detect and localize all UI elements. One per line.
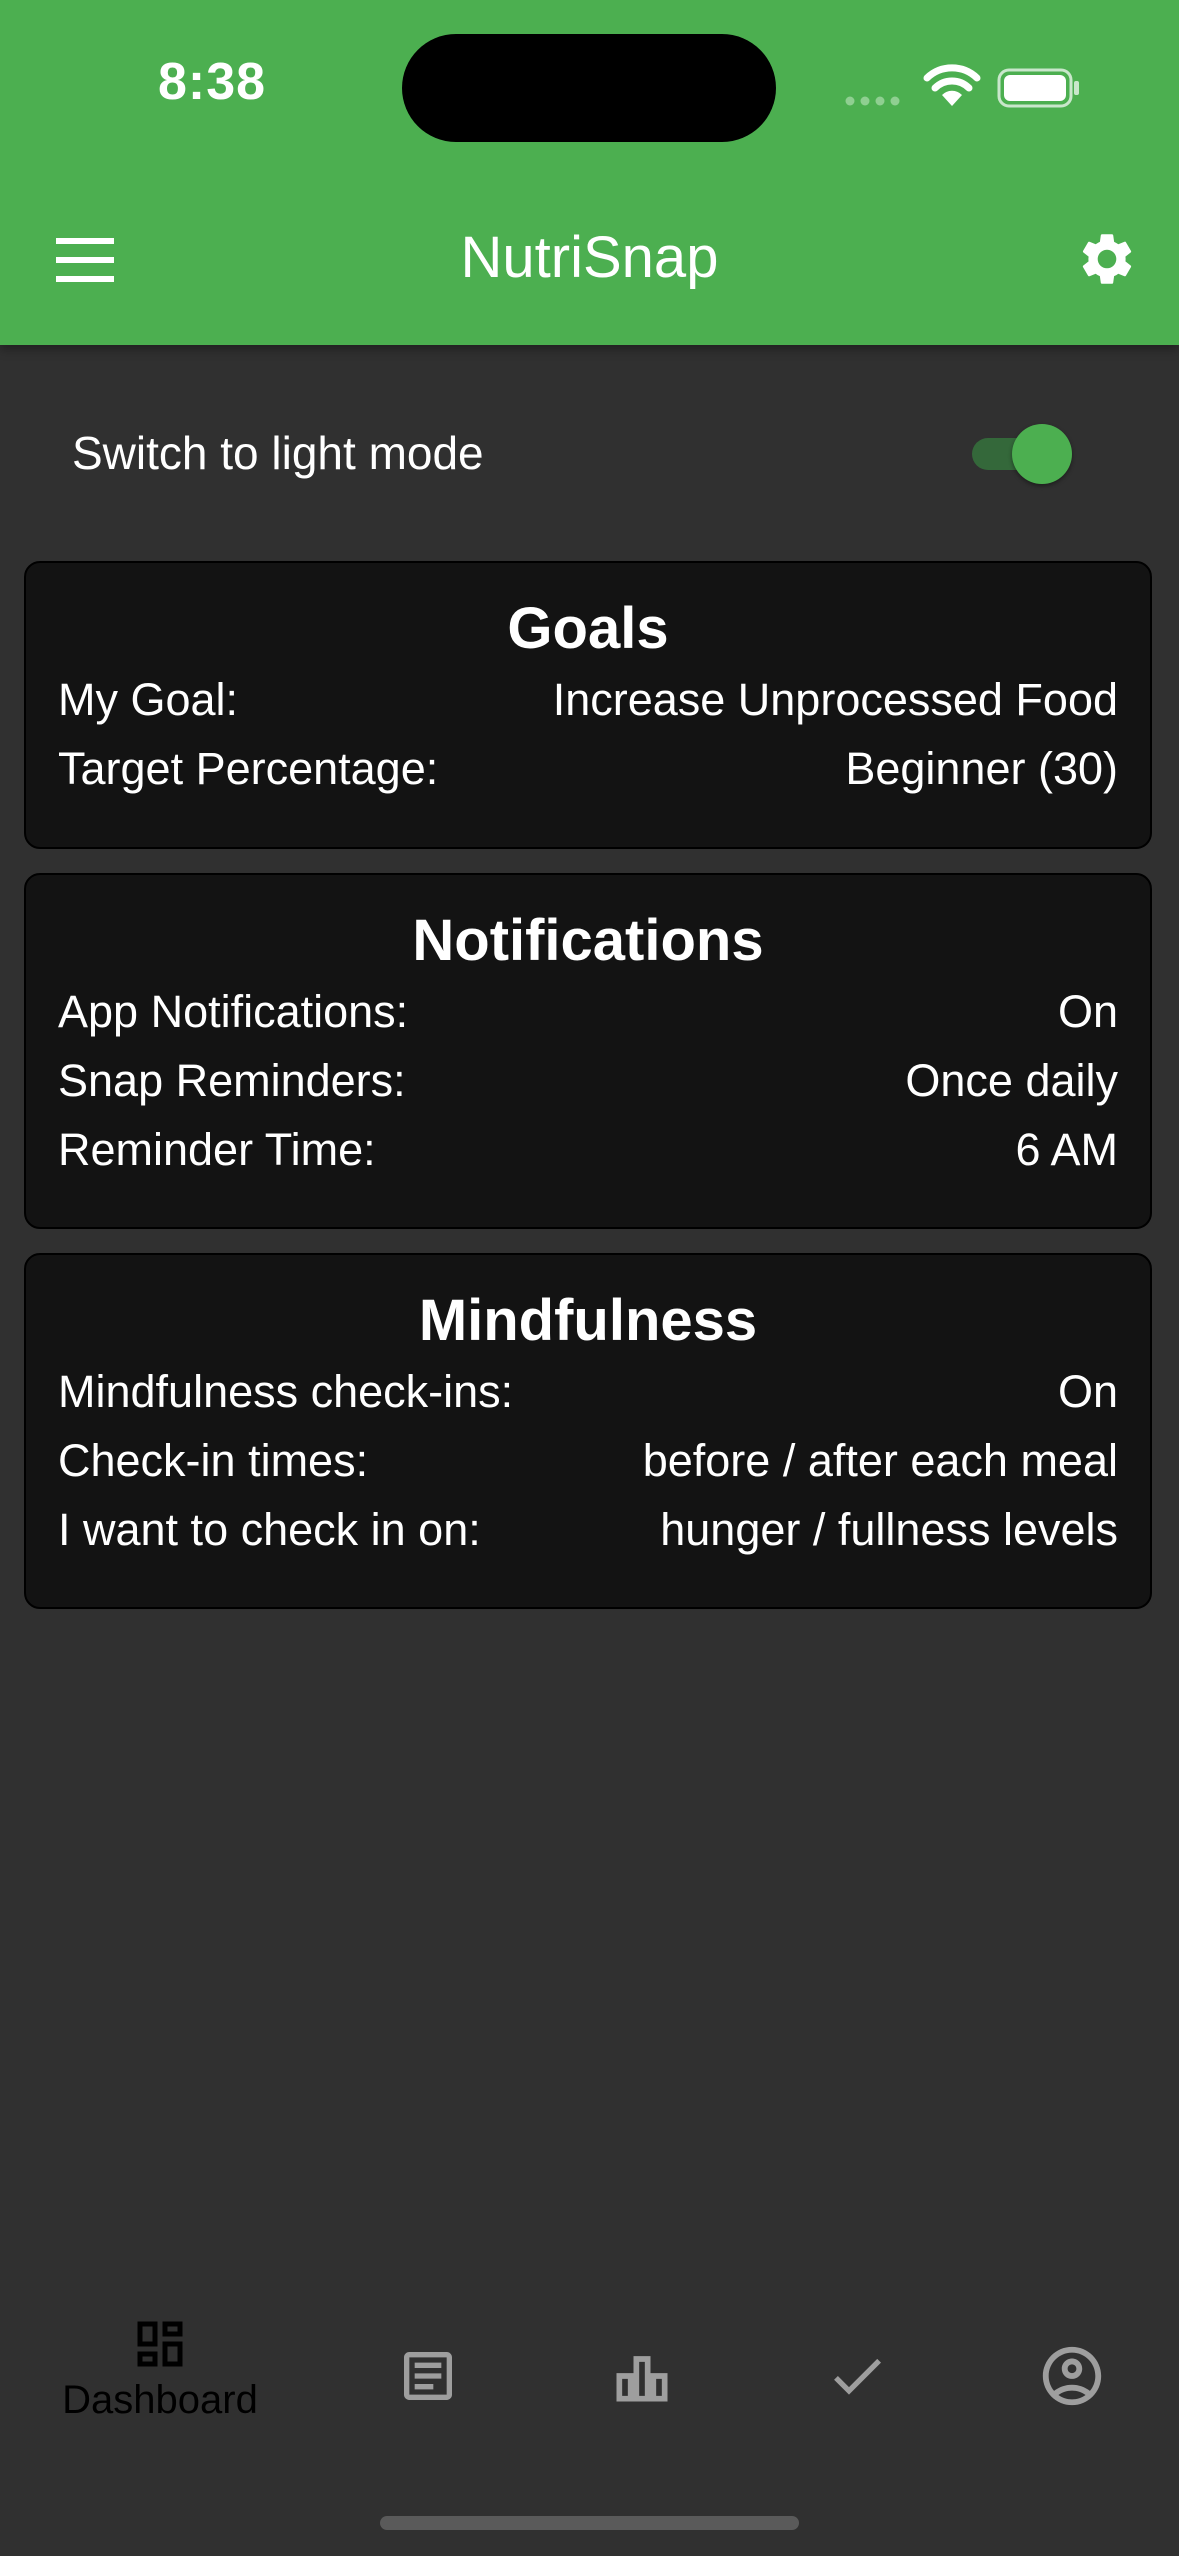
bottom-navigation: Dashboard — [0, 2300, 1179, 2450]
settings-row: Target Percentage: Beginner (30) — [26, 734, 1150, 803]
cellular-signal-icon — [845, 96, 900, 106]
home-indicator[interactable] — [380, 2516, 799, 2530]
row-value: Once daily — [905, 1054, 1118, 1106]
row-label: Check-in times: — [58, 1434, 369, 1486]
row-value: before / after each meal — [642, 1434, 1118, 1486]
nav-item-profile[interactable] — [982, 2314, 1162, 2454]
row-label: Mindfulness check-ins: — [58, 1365, 514, 1417]
row-label: Reminder Time: — [58, 1123, 376, 1175]
row-value: On — [1057, 1365, 1118, 1417]
battery-icon — [997, 68, 1079, 108]
wifi-icon — [923, 64, 981, 106]
card-title: Mindfulness — [418, 1288, 758, 1353]
row-label: Snap Reminders: — [58, 1054, 406, 1106]
row-value: hunger / fullness levels — [660, 1503, 1118, 1555]
nav-item-dashboard[interactable]: Dashboard — [62, 2314, 258, 2454]
settings-row: Mindfulness check-ins: On — [26, 1357, 1150, 1426]
row-label: I want to check in on: — [58, 1503, 481, 1555]
row-value: 6 AM — [1015, 1123, 1118, 1175]
bar-chart-icon — [616, 2356, 668, 2402]
mindfulness-card[interactable]: Mindfulness Mindfulness check-ins: On Ch… — [24, 1253, 1152, 1609]
settings-row: Reminder Time: 6 AM — [26, 1115, 1150, 1184]
theme-toggle-switch[interactable] — [966, 420, 1082, 486]
theme-toggle-row: Switch to light mode — [72, 420, 1112, 486]
nav-item-checkin[interactable] — [767, 2314, 947, 2454]
nav-item-stats[interactable] — [552, 2314, 732, 2454]
nav-label-dashboard: Dashboard — [62, 2378, 258, 2422]
article-icon — [404, 2352, 452, 2400]
settings-gear-icon[interactable] — [1076, 228, 1138, 290]
settings-row: My Goal: Increase Unprocessed Food — [26, 665, 1150, 734]
dashboard-icon — [137, 2321, 183, 2367]
card-title: Notifications — [412, 908, 764, 973]
row-label: My Goal: — [58, 673, 239, 725]
row-value: Increase Unprocessed Food — [552, 673, 1118, 725]
app-title: NutriSnap — [460, 225, 719, 290]
card-title: Goals — [507, 596, 669, 661]
account-circle-icon — [1042, 2346, 1102, 2406]
nav-item-log[interactable] — [338, 2314, 518, 2454]
settings-row: Check-in times: before / after each meal — [26, 1426, 1150, 1495]
row-value: On — [1057, 985, 1118, 1037]
theme-toggle-label: Switch to light mode — [72, 427, 484, 479]
settings-row: I want to check in on: hunger / fullness… — [26, 1495, 1150, 1564]
toggle-thumb — [1012, 424, 1072, 484]
row-label: App Notifications: — [58, 985, 409, 1037]
app-bar: 8:38 NutriSnap — [0, 0, 1179, 345]
check-icon — [834, 2358, 881, 2395]
goals-card[interactable]: Goals My Goal: Increase Unprocessed Food… — [24, 561, 1152, 849]
dynamic-island — [402, 34, 776, 142]
row-label: Target Percentage: — [58, 742, 439, 794]
settings-row: App Notifications: On — [26, 977, 1150, 1046]
notifications-card[interactable]: Notifications App Notifications: On Snap… — [24, 873, 1152, 1229]
status-time: 8:38 — [158, 53, 267, 111]
settings-row: Snap Reminders: Once daily — [26, 1046, 1150, 1115]
row-value: Beginner (30) — [845, 742, 1118, 794]
